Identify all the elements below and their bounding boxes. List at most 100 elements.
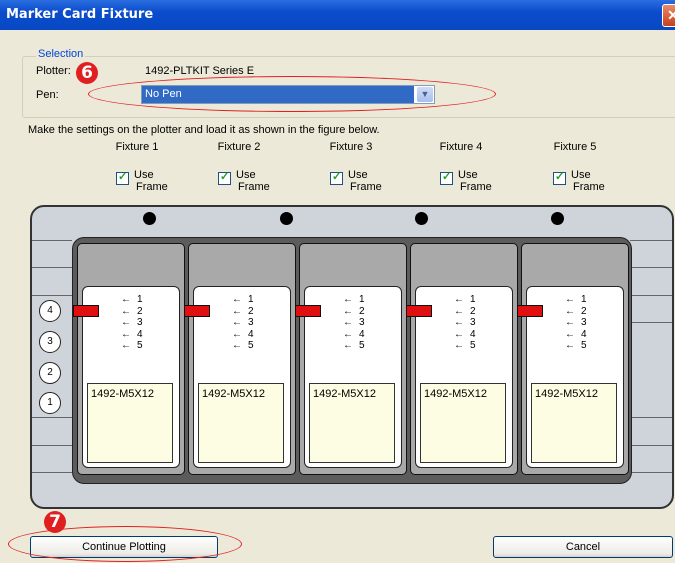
position-label: 1 bbox=[581, 294, 587, 305]
arrow-left-icon: ← bbox=[121, 328, 131, 340]
card-label: 1492-M5X12 bbox=[87, 383, 173, 463]
rail-line bbox=[630, 322, 672, 323]
position-label: 3 bbox=[581, 317, 587, 328]
arrow-left-icon: ← bbox=[343, 340, 353, 351]
position-circle-3: 3 bbox=[39, 331, 61, 353]
rail-line bbox=[630, 240, 672, 241]
marker-card-2: ← 1 ← 2 ← 3 ← 4 ← 5 1492-M5X12 bbox=[184, 286, 291, 468]
position-label: 5 bbox=[581, 340, 587, 351]
checkbox-icon[interactable] bbox=[440, 170, 453, 185]
use-frame-checkbox-3[interactable]: UseFrame bbox=[330, 168, 400, 196]
position-circle-2: 2 bbox=[39, 362, 61, 384]
position-label: 5 bbox=[359, 340, 365, 351]
position-label: 5 bbox=[470, 340, 476, 351]
arrow-left-icon: ← bbox=[232, 340, 242, 351]
title-bar: Marker Card Fixture ✕ bbox=[0, 0, 675, 30]
position-label: 4 bbox=[359, 328, 365, 340]
use-label: Use bbox=[236, 169, 256, 181]
position-label: 2 bbox=[248, 305, 254, 317]
use-label: Use bbox=[458, 169, 478, 181]
frame-label: Frame bbox=[350, 181, 382, 193]
use-frame-checkbox-2[interactable]: UseFrame bbox=[218, 168, 288, 196]
mount-hole bbox=[143, 212, 156, 225]
checkbox-icon[interactable] bbox=[553, 170, 566, 185]
use-frame-checkbox-4[interactable]: UseFrame bbox=[440, 168, 510, 196]
checkbox-icon[interactable] bbox=[330, 170, 343, 185]
position-label: 3 bbox=[137, 317, 143, 328]
arrow-left-icon: ← bbox=[121, 317, 131, 328]
arrow-left-icon: ← bbox=[454, 340, 464, 351]
arrow-left-icon: ← bbox=[343, 328, 353, 340]
window-title: Marker Card Fixture bbox=[6, 7, 154, 22]
card-positions: ← 1 ← 2 ← 3 ← 4 ← 5 bbox=[343, 294, 365, 352]
step-6-badge: 6 bbox=[76, 62, 98, 84]
rail-line bbox=[32, 240, 72, 241]
arrow-left-icon: ← bbox=[565, 305, 575, 317]
fixture-1-header: Fixture 1 bbox=[115, 141, 159, 153]
arrow-left-icon: ← bbox=[343, 317, 353, 328]
card-positions: ← 1 ← 2 ← 3 ← 4 ← 5 bbox=[232, 294, 254, 352]
position-label: 1 bbox=[248, 294, 254, 305]
use-label: Use bbox=[571, 169, 591, 181]
arrow-left-icon: ← bbox=[454, 317, 464, 328]
card-positions: ← 1 ← 2 ← 3 ← 4 ← 5 bbox=[454, 294, 476, 352]
arrow-left-icon: ← bbox=[454, 328, 464, 340]
fixture-5-header: Fixture 5 bbox=[553, 141, 597, 153]
arrow-left-icon: ← bbox=[565, 328, 575, 340]
rail-line bbox=[32, 472, 72, 473]
cancel-button[interactable]: Cancel bbox=[493, 536, 673, 558]
arrow-left-icon: ← bbox=[232, 317, 242, 328]
use-frame-checkbox-5[interactable]: UseFrame bbox=[553, 168, 623, 196]
use-frame-checkbox-1[interactable]: UseFrame bbox=[116, 168, 186, 196]
position-label: 1 bbox=[359, 294, 365, 305]
marker-indicator bbox=[406, 305, 432, 317]
marker-card-3: ← 1 ← 2 ← 3 ← 4 ← 5 1492-M5X12 bbox=[295, 286, 402, 468]
checkbox-icon[interactable] bbox=[116, 170, 129, 185]
close-button[interactable]: ✕ bbox=[662, 4, 675, 27]
marker-card-5: ← 1 ← 2 ← 3 ← 4 ← 5 1492-M5X12 bbox=[517, 286, 624, 468]
card-label: 1492-M5X12 bbox=[420, 383, 506, 463]
frame-label: Frame bbox=[238, 181, 270, 193]
selection-legend: Selection bbox=[36, 48, 86, 60]
position-label: 1 bbox=[137, 294, 143, 305]
marker-indicator bbox=[295, 305, 321, 317]
marker-card-4: ← 1 ← 2 ← 3 ← 4 ← 5 1492-M5X12 bbox=[406, 286, 513, 468]
position-label: 2 bbox=[470, 305, 476, 317]
plotter-label: Plotter: bbox=[36, 65, 71, 77]
rail-line bbox=[32, 267, 72, 268]
use-label: Use bbox=[348, 169, 368, 181]
checkbox-icon[interactable] bbox=[218, 170, 231, 185]
position-circle-1: 1 bbox=[39, 392, 61, 414]
position-label: 3 bbox=[248, 317, 254, 328]
rail-line bbox=[32, 417, 72, 418]
highlight-ellipse-pen bbox=[88, 76, 496, 112]
rail-line bbox=[32, 445, 72, 446]
fixture-4-header: Fixture 4 bbox=[439, 141, 483, 153]
arrow-left-icon: ← bbox=[121, 305, 131, 317]
marker-indicator bbox=[184, 305, 210, 317]
rail-line bbox=[630, 417, 672, 418]
position-circle-4: 4 bbox=[39, 300, 61, 322]
position-label: 3 bbox=[470, 317, 476, 328]
position-label: 4 bbox=[581, 328, 587, 340]
fixture-slot-1: ← 1 ← 2 ← 3 ← 4 ← 5 1492-M5X12 bbox=[73, 243, 185, 475]
fixture-slot-4: ← 1 ← 2 ← 3 ← 4 ← 5 1492-M5X12 bbox=[406, 243, 518, 475]
position-label: 3 bbox=[359, 317, 365, 328]
marker-indicator bbox=[73, 305, 99, 317]
arrow-left-icon: ← bbox=[565, 317, 575, 328]
mount-hole bbox=[551, 212, 564, 225]
highlight-ellipse-continue bbox=[8, 526, 242, 562]
rail-line bbox=[32, 295, 72, 296]
arrow-left-icon: ← bbox=[121, 340, 131, 351]
rail-line bbox=[630, 445, 672, 446]
frame-label: Frame bbox=[573, 181, 605, 193]
fixture-3-header: Fixture 3 bbox=[329, 141, 373, 153]
rail-line bbox=[630, 295, 672, 296]
close-icon: ✕ bbox=[667, 7, 675, 23]
card-label: 1492-M5X12 bbox=[198, 383, 284, 463]
fixture-slot-5: ← 1 ← 2 ← 3 ← 4 ← 5 1492-M5X12 bbox=[517, 243, 629, 475]
fixture-2-header: Fixture 2 bbox=[217, 141, 261, 153]
position-label: 4 bbox=[470, 328, 476, 340]
arrow-left-icon: ← bbox=[232, 328, 242, 340]
mount-hole bbox=[280, 212, 293, 225]
